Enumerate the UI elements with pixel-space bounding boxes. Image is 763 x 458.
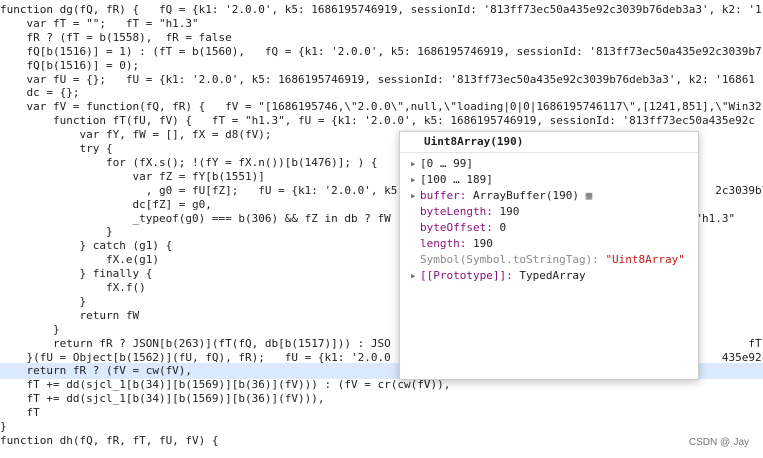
popup-row[interactable]: ▸ [0 … 99]	[410, 156, 473, 172]
popup-value: 190	[472, 237, 493, 250]
expand-triangle-icon[interactable]: ▸	[410, 172, 420, 188]
watermark: CSDN @ˌJay	[688, 437, 749, 448]
expand-triangle-icon[interactable]: ▸	[410, 156, 420, 172]
popup-value: "Uint8Array"	[605, 253, 685, 266]
popup-key: [[Prototype]]:	[420, 269, 520, 282]
popup-key: byteOffset:	[420, 221, 500, 234]
popup-title: Uint8Array(190)	[400, 132, 698, 153]
popup-value: 190	[499, 205, 520, 218]
code-line: function dh(fQ, fR, fT, fU, fV) {	[0, 433, 219, 447]
popup-row: byteOffset: 0	[410, 220, 506, 236]
popup-key: buffer:	[420, 189, 473, 202]
memory-icon[interactable]: ▦	[579, 189, 593, 202]
popup-row: Symbol(Symbol.toStringTag): "Uint8Array"	[410, 252, 685, 268]
popup-value: TypedArray	[519, 269, 586, 282]
popup-row[interactable]: ▸ [100 … 189]	[410, 172, 493, 188]
expand-triangle-icon[interactable]: ▸	[410, 188, 420, 204]
popup-value: ArrayBuffer(190)	[472, 189, 579, 202]
popup-range: [0 … 99]	[420, 157, 473, 170]
popup-value: 0	[499, 221, 507, 234]
popup-range: [100 … 189]	[420, 173, 493, 186]
popup-key: Symbol(Symbol.toStringTag):	[420, 253, 606, 266]
popup-row: byteLength: 190	[410, 204, 519, 220]
popup-row: length: 190	[410, 236, 493, 252]
object-preview-popup[interactable]: Uint8Array(190) ▸ [0 … 99] ▸ [100 … 189] ▸ bu…	[399, 131, 699, 380]
popup-row[interactable]: ▸ [[Prototype]]: TypedArray	[410, 268, 586, 284]
popup-key: byteLength:	[420, 205, 500, 218]
popup-row[interactable]: ▸ buffer: ArrayBuffer(190) ▦	[410, 188, 592, 204]
popup-key: length:	[420, 237, 473, 250]
expand-triangle-icon[interactable]: ▸	[410, 268, 420, 284]
